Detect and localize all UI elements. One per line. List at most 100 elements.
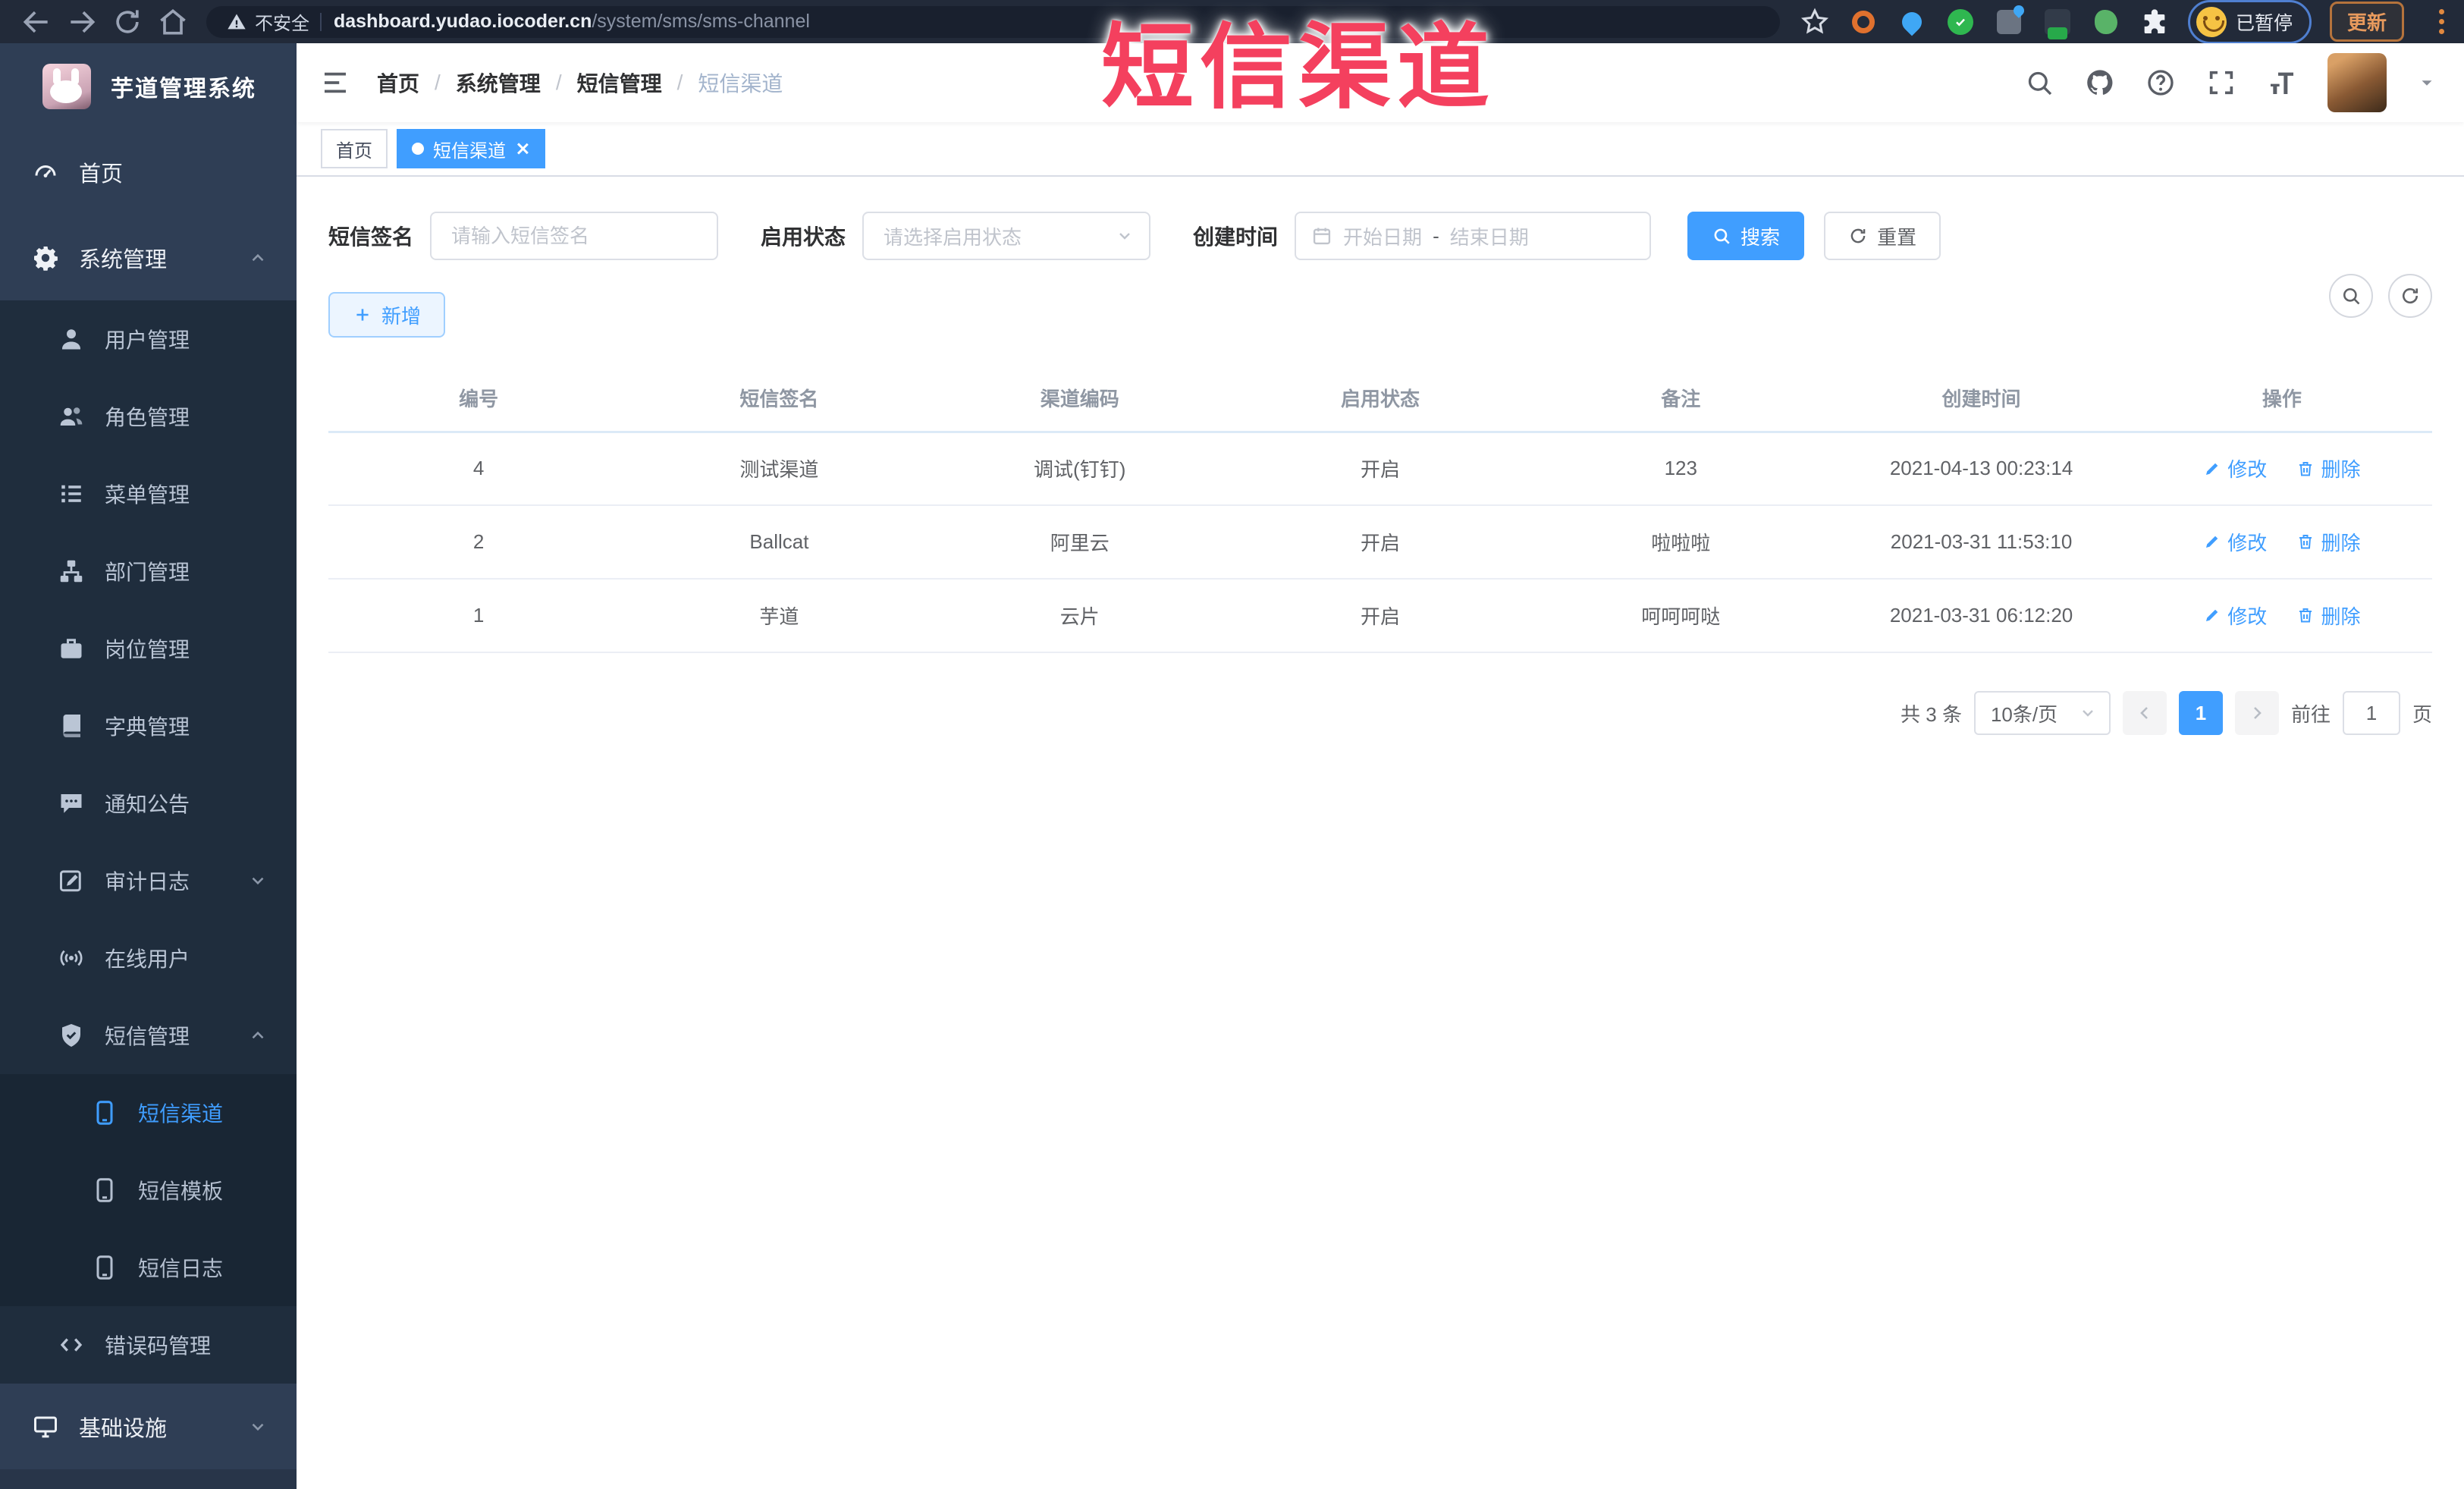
breadcrumb-sms[interactable]: 短信管理 — [577, 68, 662, 98]
sidebar-item-system[interactable]: 系统管理 — [0, 215, 297, 300]
browser-update-button[interactable]: 更新 — [2329, 2, 2404, 42]
extension-gray-drop-icon[interactable] — [1994, 7, 2024, 37]
trash-icon — [2296, 532, 2315, 551]
main-area: 首页 / 系统管理 / 短信管理 / 短信渠道 首页 短信渠道 短信签名 请输入… — [297, 43, 2464, 1489]
sidebar-item-online-users[interactable]: 在线用户 — [0, 919, 297, 997]
next-page-button[interactable] — [2234, 691, 2279, 735]
cell-actions: 修改 删除 — [2131, 579, 2432, 653]
status-placeholder: 请选择启用状态 — [884, 225, 1022, 249]
cell-signature: Ballcat — [629, 505, 930, 580]
edit-link[interactable]: 修改 — [2203, 454, 2267, 482]
help-icon[interactable] — [2145, 68, 2176, 98]
sidebar-item-sms-channel[interactable]: 短信渠道 — [0, 1074, 297, 1151]
browser-home-icon[interactable] — [156, 5, 190, 39]
extension-orange-ring-icon[interactable] — [1848, 7, 1879, 37]
prev-page-button[interactable] — [2122, 691, 2167, 735]
url-path: /system/sms/sms-channel — [592, 11, 810, 32]
url-domain: dashboard.yudao.iocoder.cn — [334, 11, 592, 32]
edit-link[interactable]: 修改 — [2203, 528, 2267, 556]
sidebar-item-posts[interactable]: 岗位管理 — [0, 610, 297, 687]
browser-reload-icon[interactable] — [111, 5, 144, 39]
tab-sms-channel[interactable]: 短信渠道 — [397, 129, 545, 168]
calendar-icon — [1311, 225, 1332, 247]
fullscreen-icon[interactable] — [2206, 68, 2236, 98]
sidebar-item-roles[interactable]: 角色管理 — [0, 378, 297, 455]
post-badge-icon — [58, 635, 85, 662]
date-range-picker[interactable]: 开始日期 - 结束日期 — [1295, 212, 1652, 260]
sidebar-item-home[interactable]: 首页 — [0, 129, 297, 215]
chevron-right-icon — [2248, 704, 2266, 722]
plus-icon — [353, 305, 372, 325]
end-date-placeholder[interactable]: 结束日期 — [1450, 222, 1529, 250]
signature-label: 短信签名 — [328, 225, 414, 249]
sidebar-item-audit-log[interactable]: 审计日志 — [0, 842, 297, 919]
breadcrumb-separator: / — [435, 71, 441, 94]
gauge-icon — [32, 159, 59, 186]
refresh-table-button[interactable] — [2388, 274, 2432, 318]
page-unit-label: 页 — [2412, 702, 2432, 726]
breadcrumb-system[interactable]: 系统管理 — [456, 68, 541, 98]
cell-created: 2021-03-31 11:53:10 — [1831, 505, 2132, 580]
warning-icon — [226, 11, 247, 33]
sidebar-item-label: 短信渠道 — [138, 1102, 224, 1126]
user-avatar[interactable] — [2327, 53, 2387, 112]
sidebar-item-sms-template[interactable]: 短信模板 — [0, 1151, 297, 1229]
bookmark-star-icon[interactable] — [1800, 7, 1830, 37]
sidebar-item-sms-log[interactable]: 短信日志 — [0, 1229, 297, 1306]
extension-green-check-icon[interactable] — [1945, 7, 1976, 37]
extensions-puzzle-icon[interactable] — [2139, 7, 2170, 37]
current-page-button[interactable]: 1 — [2178, 691, 2223, 735]
sidebar-item-notices[interactable]: 通知公告 — [0, 765, 297, 842]
role-users-icon — [58, 403, 85, 430]
sidebar-item-error-codes[interactable]: 错误码管理 — [0, 1306, 297, 1384]
browser-menu-kebab-icon[interactable] — [2433, 9, 2450, 34]
delete-link[interactable]: 删除 — [2296, 602, 2360, 630]
caret-down-icon[interactable] — [2417, 73, 2437, 93]
cell-id: 1 — [328, 579, 629, 653]
search-button[interactable]: 搜索 — [1687, 212, 1805, 260]
delete-link[interactable]: 删除 — [2296, 454, 2360, 482]
sidebar-item-sms[interactable]: 短信管理 — [0, 997, 297, 1074]
reset-button[interactable]: 重置 — [1824, 212, 1941, 260]
address-bar[interactable]: 不安全 dashboard.yudao.iocoder.cn /system/s… — [206, 5, 1780, 38]
sidebar-item-menus[interactable]: 菜单管理 — [0, 455, 297, 532]
trash-icon — [2296, 606, 2315, 624]
sidebar-item-users[interactable]: 用户管理 — [0, 300, 297, 378]
add-button[interactable]: 新增 — [328, 292, 446, 338]
extension-blue-pin-icon[interactable] — [1897, 7, 1927, 37]
search-icon — [2340, 285, 2362, 306]
sidebar-item-dict[interactable]: 字典管理 — [0, 687, 297, 765]
chevron-up-icon — [248, 1026, 268, 1045]
sidebar-item-departments[interactable]: 部门管理 — [0, 532, 297, 610]
extension-on-switch-icon[interactable] — [2042, 7, 2073, 39]
tab-home[interactable]: 首页 — [321, 129, 388, 168]
browser-back-icon[interactable] — [20, 5, 53, 39]
browser-forward-icon[interactable] — [65, 5, 99, 39]
chevron-down-icon — [248, 871, 268, 891]
table-toolbar — [2329, 274, 2432, 318]
security-label[interactable]: 不安全 — [255, 8, 309, 35]
delete-link[interactable]: 删除 — [2296, 528, 2360, 556]
font-size-icon[interactable] — [2267, 68, 2297, 98]
start-date-placeholder[interactable]: 开始日期 — [1343, 222, 1422, 250]
sidebar-toggle-icon[interactable] — [319, 67, 351, 99]
profile-paused-badge[interactable]: 已暂停 — [2187, 0, 2312, 44]
status-select[interactable]: 请选择启用状态 — [862, 212, 1151, 260]
edit-pencil-icon — [2203, 606, 2221, 624]
close-icon[interactable] — [515, 141, 530, 156]
sidebar-item-infrastructure[interactable]: 基础设施 — [0, 1384, 297, 1469]
cell-actions: 修改 删除 — [2131, 432, 2432, 506]
breadcrumb-home[interactable]: 首页 — [377, 68, 419, 98]
create-time-label: 创建时间 — [1193, 225, 1279, 249]
signature-input[interactable] — [432, 224, 717, 248]
hide-search-button[interactable] — [2329, 274, 2373, 318]
cell-actions: 修改 删除 — [2131, 505, 2432, 580]
goto-page-input[interactable] — [2342, 691, 2400, 735]
edit-link[interactable]: 修改 — [2203, 602, 2267, 630]
search-icon[interactable] — [2024, 68, 2054, 98]
col-status: 启用状态 — [1229, 365, 1531, 433]
active-dot-icon — [412, 143, 424, 155]
page-size-select[interactable]: 10条/页 — [1973, 691, 2111, 735]
extension-green-sprout-icon[interactable] — [2091, 7, 2121, 37]
github-icon[interactable] — [2085, 68, 2115, 98]
